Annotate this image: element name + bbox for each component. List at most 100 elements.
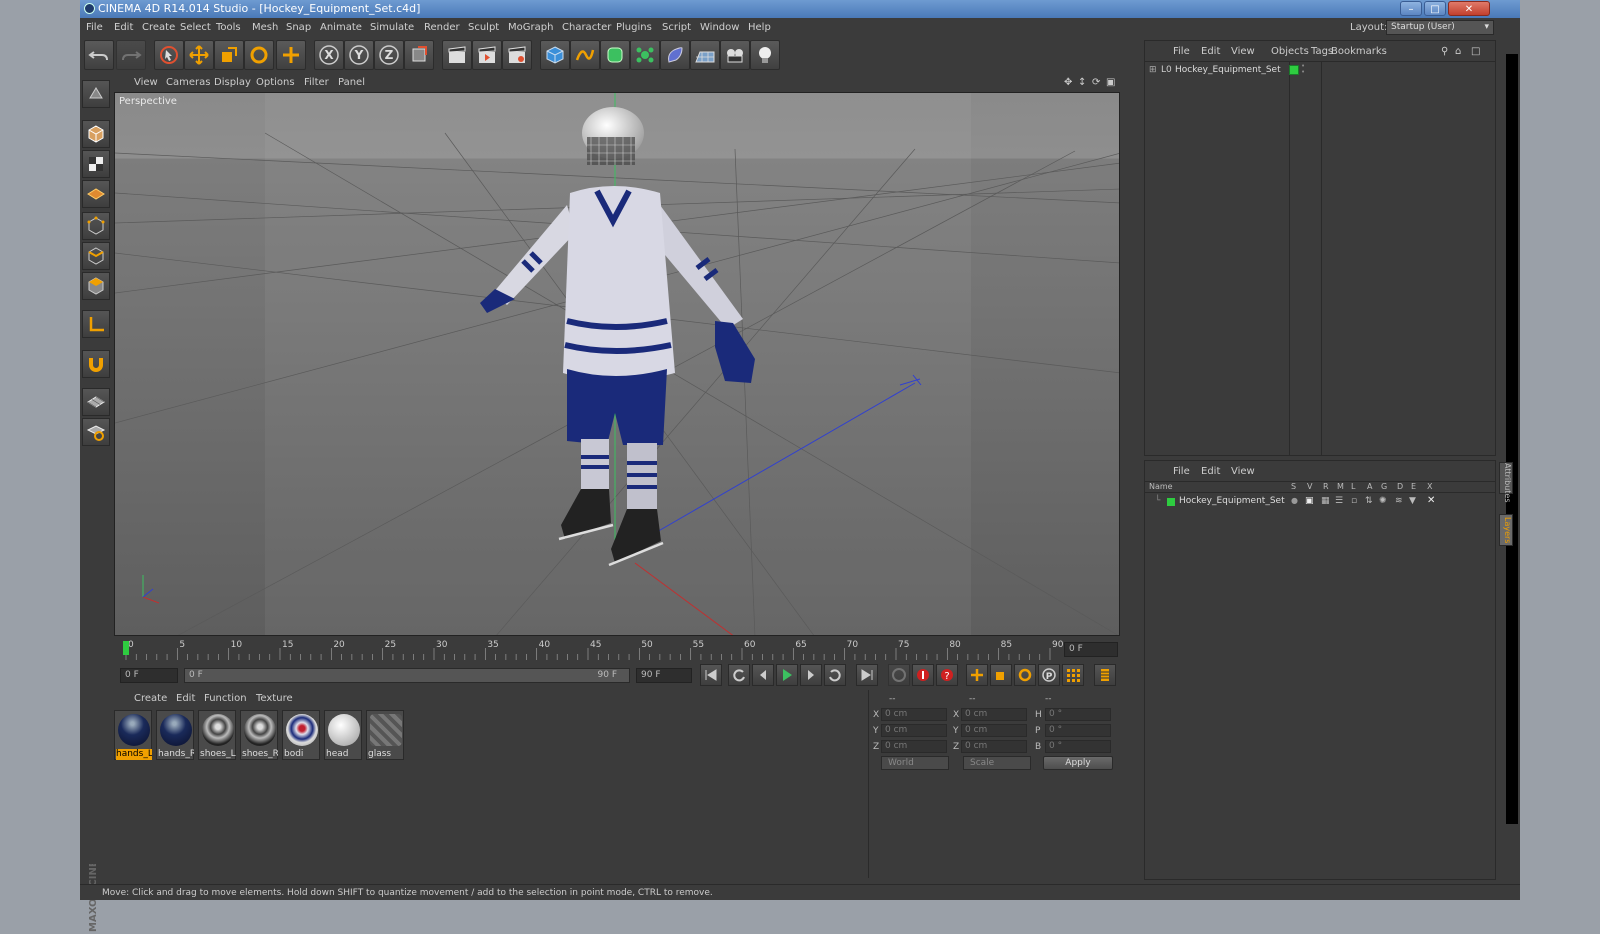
material-swatch[interactable]: hands_L (114, 710, 152, 760)
material-menu-create[interactable]: Create (134, 693, 167, 704)
key-position-button[interactable] (966, 664, 988, 686)
deformer-icon[interactable]: ≋ (1395, 496, 1403, 506)
viewport-menu-panel[interactable]: Panel (338, 77, 365, 88)
menu-create[interactable]: Create (142, 22, 175, 33)
size-y-field[interactable]: 0 cm (961, 724, 1027, 737)
y-axis-lock-button[interactable]: Y (344, 40, 374, 70)
viewport-rotate-icon[interactable]: ⟳ (1092, 77, 1100, 88)
add-nurbs-button[interactable] (600, 40, 630, 70)
points-mode-button[interactable] (82, 212, 110, 240)
visibility-dots-icon[interactable]: • • (1301, 63, 1305, 76)
layer-col-animation[interactable]: A (1367, 482, 1372, 491)
close-button[interactable]: ✕ (1448, 1, 1490, 16)
size-z-field[interactable]: 0 cm (961, 740, 1027, 753)
viewport-menu-view[interactable]: View (134, 77, 158, 88)
layer-col-locked[interactable]: L (1351, 482, 1355, 491)
render-icon[interactable]: ▦ (1321, 496, 1330, 506)
size-mode-select[interactable]: Scale (963, 756, 1031, 770)
add-cube-button[interactable] (540, 40, 570, 70)
menu-snap[interactable]: Snap (286, 22, 311, 33)
texture-mode-button[interactable] (82, 150, 110, 178)
add-spline-button[interactable] (570, 40, 600, 70)
viewport-maximize-icon[interactable]: ▣ (1106, 77, 1115, 88)
playhead-marker[interactable] (123, 641, 129, 655)
manager-icon[interactable]: ☰ (1335, 496, 1343, 506)
layer-row[interactable]: └ Hockey_Equipment_Set ● ▣ ▦ ☰ ▫ ⇅ ✺ ≋ ▼… (1145, 495, 1495, 509)
new-window-icon[interactable]: □ (1471, 46, 1480, 57)
layer-col-name[interactable]: Name (1149, 482, 1173, 491)
solo-dot-icon[interactable]: ● (1291, 496, 1298, 505)
object-menu-tags[interactable]: Tags (1311, 46, 1333, 57)
menu-window[interactable]: Window (700, 22, 739, 33)
go-to-start-button[interactable] (700, 664, 722, 686)
menu-file[interactable]: File (86, 22, 103, 33)
expand-plus-icon[interactable]: ⊞ (1149, 65, 1157, 75)
make-editable-button[interactable] (82, 80, 110, 108)
layer-col-manager[interactable]: M (1337, 482, 1344, 491)
position-y-field[interactable]: 0 cm (881, 724, 947, 737)
layer-col-expressions[interactable]: E (1411, 482, 1416, 491)
layer-col-xref[interactable]: X (1427, 482, 1432, 491)
xref-icon[interactable]: ✕ (1427, 495, 1435, 506)
render-settings-button[interactable] (502, 40, 532, 70)
record-keys-button[interactable] (888, 664, 910, 686)
rotation-p-field[interactable]: 0 ° (1045, 724, 1111, 737)
attributes-tab[interactable]: Attributes (1499, 462, 1513, 503)
planar-workplane-button[interactable] (82, 418, 110, 446)
layer-menu-view[interactable]: View (1231, 466, 1255, 477)
layer-menu-edit[interactable]: Edit (1201, 466, 1220, 477)
z-axis-lock-button[interactable]: Z (374, 40, 404, 70)
layer-col-view[interactable]: V (1307, 482, 1312, 491)
object-menu-file[interactable]: File (1173, 46, 1190, 57)
layer-col-solo[interactable]: S (1291, 482, 1296, 491)
menu-plugins[interactable]: Plugins (616, 22, 652, 33)
render-picture-viewer-button[interactable] (472, 40, 502, 70)
previous-frame-button[interactable] (752, 664, 774, 686)
object-menu-edit[interactable]: Edit (1201, 46, 1220, 57)
layer-menu-file[interactable]: File (1173, 466, 1190, 477)
material-swatch[interactable]: hands_R (156, 710, 194, 760)
recent-tool-button[interactable] (276, 40, 306, 70)
render-view-button[interactable] (442, 40, 472, 70)
layer-col-generators[interactable]: G (1381, 482, 1387, 491)
workplane-mode-button[interactable] (82, 180, 110, 208)
redo-button[interactable] (116, 40, 146, 70)
minimize-button[interactable]: – (1400, 1, 1422, 16)
next-key-button[interactable] (824, 664, 846, 686)
key-rotation-button[interactable] (1014, 664, 1036, 686)
material-swatch[interactable]: shoes_R (240, 710, 278, 760)
move-tool-button[interactable] (184, 40, 214, 70)
menu-render[interactable]: Render (424, 22, 460, 33)
generator-icon[interactable]: ✺ (1379, 496, 1387, 506)
rotate-tool-button[interactable] (244, 40, 274, 70)
snap-tool-button[interactable] (82, 350, 110, 378)
menu-animate[interactable]: Animate (320, 22, 362, 33)
material-menu-function[interactable]: Function (204, 693, 247, 704)
viewport-menu-display[interactable]: Display (214, 77, 251, 88)
workplane-lock-button[interactable] (82, 388, 110, 416)
coordinate-system-button[interactable] (404, 40, 434, 70)
material-swatch[interactable]: head (324, 710, 362, 760)
menu-help[interactable]: Help (748, 22, 771, 33)
add-deformer-button[interactable] (660, 40, 690, 70)
layer-color-swatch[interactable] (1167, 498, 1175, 506)
coordinate-space-select[interactable]: World (881, 756, 949, 770)
menu-mograph[interactable]: MoGraph (508, 22, 553, 33)
add-floor-button[interactable] (690, 40, 720, 70)
menu-select[interactable]: Select (180, 22, 211, 33)
menu-script[interactable]: Script (662, 22, 691, 33)
live-selection-button[interactable] (154, 40, 184, 70)
previous-key-button[interactable] (728, 664, 750, 686)
position-x-field[interactable]: 0 cm (881, 708, 947, 721)
key-scale-button[interactable] (990, 664, 1012, 686)
apply-button[interactable]: Apply (1043, 756, 1113, 770)
axis-mode-button[interactable] (82, 310, 110, 338)
rotation-b-field[interactable]: 0 ° (1045, 740, 1111, 753)
material-menu-edit[interactable]: Edit (176, 693, 195, 704)
menu-sculpt[interactable]: Sculpt (468, 22, 499, 33)
x-axis-lock-button[interactable]: X (314, 40, 344, 70)
perspective-viewport[interactable]: Perspective (114, 92, 1120, 636)
lock-icon[interactable]: ▫ (1351, 496, 1357, 506)
menu-tools[interactable]: Tools (216, 22, 241, 33)
go-to-end-button[interactable] (856, 664, 878, 686)
